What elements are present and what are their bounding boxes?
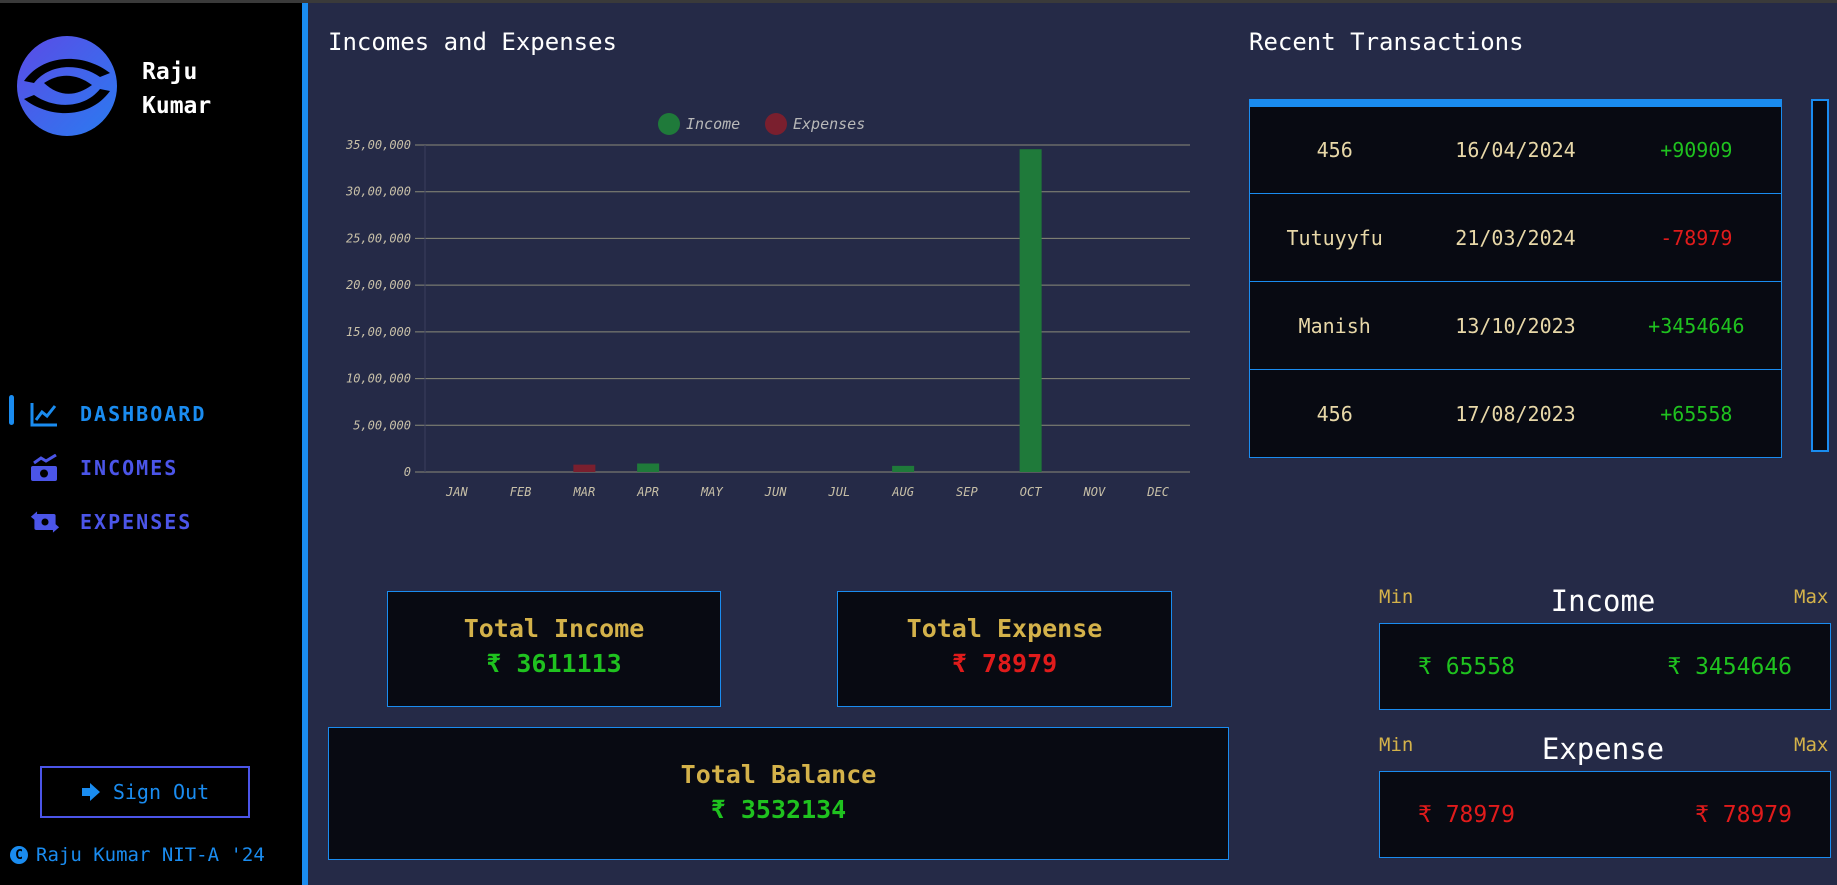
x-tick-label: AUG (891, 485, 914, 499)
nav-label-incomes: INCOMES (80, 456, 179, 480)
table-row[interactable]: 456 17/08/2023 +65558 (1249, 370, 1782, 458)
table-row[interactable]: 456 16/04/2024 +90909 (1249, 106, 1782, 194)
y-tick-label: 15,00,000 (346, 325, 411, 339)
sign-out-icon (81, 782, 103, 802)
y-tick-label: 30,00,000 (345, 185, 411, 199)
txn-date: 13/10/2023 (1455, 313, 1576, 338)
txn-date: 17/08/2023 (1455, 401, 1576, 426)
active-indicator (9, 395, 14, 425)
nav-item-expenses[interactable]: EXPENSES (0, 495, 302, 549)
txn-name: 456 (1316, 401, 1353, 426)
txn-date: 16/04/2024 (1455, 138, 1576, 162)
x-tick-label: OCT (1020, 485, 1042, 499)
x-tick-label: NOV (1083, 485, 1106, 499)
chart-legend: Income Expenses (658, 113, 865, 135)
txn-name: 456 (1316, 138, 1353, 162)
x-tick-label: MAY (700, 485, 723, 499)
txn-date: 21/03/2024 (1455, 225, 1576, 250)
total-expense-value: ₹ 78979 (951, 649, 1058, 678)
sidebar: Raju Kumar DASHBOARD INCOMES EXPENSES Si… (0, 3, 302, 885)
total-income-title: Total Income (463, 614, 645, 643)
recent-transactions-title: Recent Transactions (1249, 28, 1524, 56)
total-income-value: ₹ 3611113 (486, 649, 622, 678)
total-income-card: Total Income ₹ 3611113 (387, 591, 721, 707)
nav-label-dashboard: DASHBOARD (80, 402, 207, 426)
footer-text: Raju Kumar NIT-A '24 (36, 844, 265, 866)
table-row[interactable]: Tutuyyfu 21/03/2024 -78979 (1249, 194, 1782, 282)
transactions-table: 456 16/04/2024 +90909 Tutuyyfu 21/03/202… (1249, 99, 1782, 458)
sidebar-nav: DASHBOARD INCOMES EXPENSES (0, 387, 302, 549)
income-min-label: Min (1379, 586, 1414, 608)
user-first-name: Raju (142, 59, 198, 85)
expense-min-value: ₹ 78979 (1418, 801, 1515, 828)
txn-name: Tutuyyfu (1286, 225, 1383, 250)
txn-name: Manish (1298, 313, 1371, 338)
y-tick-label: 25,00,000 (346, 231, 411, 245)
bar-income-apr[interactable] (637, 463, 660, 472)
expense-max-label: Max (1794, 734, 1829, 756)
money-exchange-icon (30, 507, 60, 537)
total-balance-value: ₹ 3532134 (710, 795, 847, 824)
txn-amount: +3454646 (1648, 313, 1745, 338)
total-expense-title: Total Expense (906, 614, 1103, 643)
x-tick-label: DEC (1146, 485, 1169, 499)
txn-amount: +65558 (1660, 401, 1733, 426)
txn-amount: -78979 (1660, 225, 1733, 250)
y-tick-label: 0 (404, 465, 411, 479)
chart-grid: 0 5,00,000 10,00,000 15,00,000 20,00,000 25,0… (345, 138, 1190, 479)
money-trend-icon (30, 453, 60, 483)
expense-min-label: Min (1379, 734, 1414, 756)
legend-expenses-swatch (765, 113, 787, 135)
footer: C Raju Kumar NIT-A '24 (10, 844, 265, 866)
sign-out-label: Sign Out (112, 780, 210, 804)
y-tick-label: 5,00,000 (353, 418, 411, 432)
bar-income-aug[interactable] (892, 465, 915, 472)
x-tick-label: MAR (573, 485, 596, 499)
x-tick-label: SEP (956, 485, 978, 499)
total-balance-card: Total Balance ₹ 3532134 (328, 727, 1229, 860)
x-tick-label: JAN (445, 485, 468, 499)
y-tick-label: 35,00,000 (345, 138, 411, 152)
income-expense-chart: Income Expenses 0 5,00,000 10,00,000 15,00,… (345, 113, 1190, 499)
income-max-value: ₹ 3454646 (1667, 653, 1792, 680)
chart-bars (573, 149, 1042, 472)
y-tick-label: 10,00,000 (346, 372, 411, 386)
bar-expenses-mar[interactable] (573, 464, 596, 472)
x-tick-label: FEB (510, 485, 532, 499)
legend-income-label: Income (686, 115, 740, 133)
income-min-value: ₹ 65558 (1418, 653, 1515, 680)
chart-section-title: Incomes and Expenses (328, 28, 617, 56)
chart-line-icon (30, 399, 60, 429)
total-balance-title: Total Balance (680, 760, 877, 789)
y-tick-label: 20,00,000 (346, 278, 411, 292)
income-max-label: Max (1794, 586, 1829, 608)
table-row[interactable]: Manish 13/10/2023 +3454646 (1249, 282, 1782, 370)
bar-income-oct[interactable] (1019, 149, 1042, 472)
transactions-scrollbar[interactable] (1811, 99, 1829, 452)
user-last-name: Kumar (142, 93, 212, 119)
total-expense-card: Total Expense ₹ 78979 (837, 591, 1172, 707)
legend-expenses-label: Expenses (793, 115, 865, 133)
sign-out-button[interactable]: Sign Out (40, 766, 250, 818)
chart-x-axis: JAN FEB MAR APR MAY JUN JUL AUG SEP OCT NOV DEC (445, 485, 1170, 499)
x-tick-label: JUN (764, 485, 787, 499)
x-tick-label: APR (636, 485, 659, 499)
logo-icon (14, 33, 120, 139)
sidebar-border (302, 3, 308, 885)
copyright-icon: C (10, 846, 28, 864)
nav-item-dashboard[interactable]: DASHBOARD (0, 387, 302, 441)
expense-minmax-box: ₹ 78979 ₹ 78979 (1379, 771, 1831, 858)
expense-minmax-title: Expense (1541, 732, 1665, 766)
nav-item-incomes[interactable]: INCOMES (0, 441, 302, 495)
expense-max-value: ₹ 78979 (1695, 801, 1792, 828)
income-minmax-title: Income (1550, 584, 1656, 618)
x-tick-label: JUL (828, 485, 851, 499)
legend-income-swatch (658, 113, 680, 135)
user-name: Raju Kumar (142, 55, 282, 123)
txn-amount: +90909 (1660, 138, 1733, 162)
income-minmax-box: ₹ 65558 ₹ 3454646 (1379, 623, 1831, 710)
nav-label-expenses: EXPENSES (80, 510, 193, 534)
